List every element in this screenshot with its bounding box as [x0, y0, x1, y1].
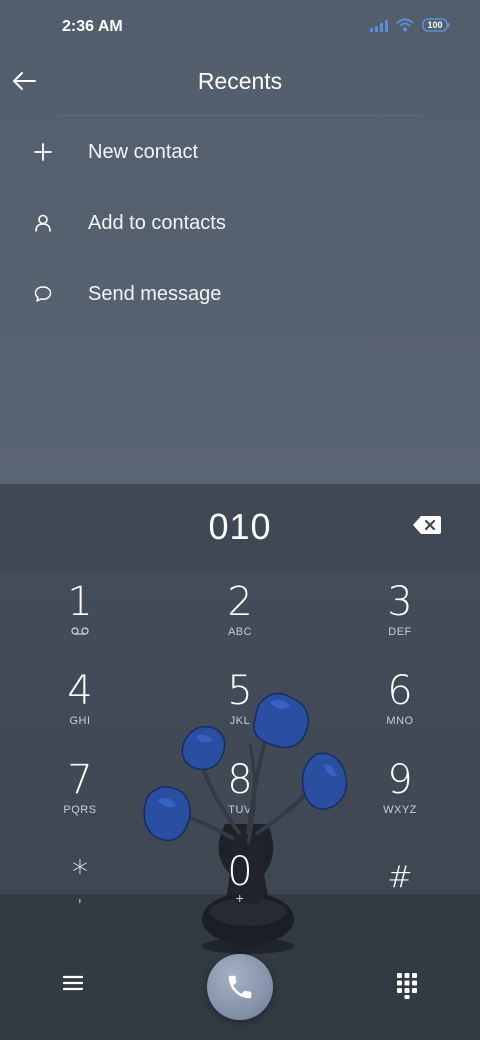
key-digit: 4 — [67, 668, 93, 714]
person-icon — [30, 210, 56, 236]
key-digit: 3 — [387, 579, 413, 625]
menu-item-label: Send message — [88, 282, 222, 305]
key-letters: JKL — [229, 715, 251, 727]
status-icons: 100 — [370, 18, 450, 32]
hamburger-menu-icon — [62, 975, 84, 991]
new-contact-item[interactable]: New contact — [0, 122, 480, 182]
menu-item-label: New contact — [88, 140, 199, 163]
key-letters: GHI — [69, 715, 91, 727]
wifi-icon — [396, 18, 414, 32]
key-digit: 9 — [387, 757, 413, 803]
key-7[interactable]: 7 PQRS — [20, 758, 140, 844]
phone-icon — [228, 975, 252, 999]
backspace-button[interactable] — [412, 514, 442, 536]
key-5[interactable]: 5 JKL — [180, 669, 300, 755]
dialed-number[interactable]: 010 — [0, 506, 480, 548]
battery-level: 100 — [427, 20, 443, 30]
key-3[interactable]: 3 DEF — [340, 580, 460, 666]
menu-button[interactable] — [58, 970, 88, 996]
key-8[interactable]: 8 TUV — [180, 758, 300, 844]
key-hash[interactable]: # — [340, 856, 460, 942]
battery-icon: 100 — [422, 18, 450, 32]
key-letters: PQRS — [63, 804, 97, 816]
key-9[interactable]: 9 WXYZ — [340, 758, 460, 844]
key-letters: DEF — [388, 626, 412, 638]
signal-icon — [370, 18, 388, 32]
key-6[interactable]: 6 MNO — [340, 669, 460, 755]
header-divider — [58, 115, 422, 116]
key-star[interactable]: * , — [20, 850, 140, 936]
call-button[interactable] — [207, 954, 273, 1020]
plus-icon — [30, 139, 56, 165]
header: Recents — [0, 56, 480, 116]
menu-item-label: Add to contacts — [88, 211, 226, 234]
key-digit: 8 — [227, 757, 253, 803]
key-digit: 6 — [387, 668, 413, 714]
key-1[interactable]: 1 — [20, 580, 140, 666]
key-digit: # — [387, 860, 413, 895]
key-4[interactable]: 4 GHI — [20, 669, 140, 755]
voicemail-icon — [20, 626, 140, 638]
status-time: 2:36 AM — [62, 18, 123, 35]
page-title: Recents — [197, 68, 283, 94]
key-0[interactable]: 0 + — [180, 850, 300, 936]
key-letters: , — [77, 888, 83, 905]
key-letters: ABC — [227, 626, 253, 638]
backspace-icon — [413, 516, 441, 534]
key-digit: 2 — [227, 579, 253, 625]
dialpad-area: 010 1 2 ABC 3 DEF 4 GHI 5 JKL 6 MNO 7 PQ… — [0, 484, 480, 1040]
dialpad-grid-icon — [397, 973, 417, 999]
dialpad-toggle-button[interactable] — [394, 970, 420, 1000]
key-digit: 0 — [227, 849, 253, 895]
key-letters: WXYZ — [383, 804, 417, 816]
key-letters: + — [235, 890, 245, 906]
key-letters: MNO — [386, 715, 414, 727]
add-to-contacts-item[interactable]: Add to contacts — [0, 193, 480, 253]
number-display-bar: 010 — [0, 484, 480, 570]
key-letters: TUV — [228, 804, 252, 816]
send-message-item[interactable]: Send message — [0, 264, 480, 324]
key-digit: 7 — [67, 757, 93, 803]
message-bubble-icon — [30, 281, 56, 307]
key-2[interactable]: 2 ABC — [180, 580, 300, 666]
status-bar: 2:36 AM 100 — [0, 0, 480, 56]
key-digit: 1 — [67, 579, 93, 625]
key-digit: 5 — [227, 668, 253, 714]
